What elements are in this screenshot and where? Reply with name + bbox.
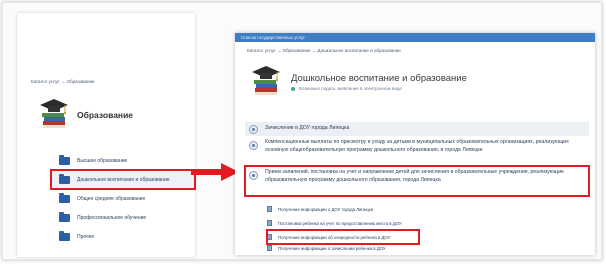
breadcrumb[interactable]: Каталог услуг → Образование → Дошкольное… bbox=[247, 48, 401, 53]
screenshot-frame: Каталог услуг → Образование Образование … bbox=[2, 2, 602, 260]
menu-item-preschool-education[interactable]: Дошкольное воспитание и образование bbox=[50, 169, 196, 190]
graduation-cap-books-icon bbox=[252, 66, 280, 95]
folder-icon bbox=[59, 173, 70, 184]
category-menu: Высшее образование Дошкольное воспитание… bbox=[50, 151, 196, 246]
service-group-icon bbox=[249, 124, 258, 134]
document-icon bbox=[267, 206, 272, 212]
page-subtitle: Возможно подать заявление в электронном … bbox=[291, 86, 402, 91]
menu-item-vocational-training[interactable]: Профессиональное обучение bbox=[51, 208, 195, 227]
service-item-registration[interactable]: Постановка ребенка на учет по предоставл… bbox=[267, 216, 587, 230]
service-item-label: Получение информации об очередности ребе… bbox=[278, 234, 391, 240]
menu-item-label: Прочее bbox=[77, 233, 95, 240]
red-arrow-right-icon bbox=[191, 163, 239, 181]
page-subtitle-text: Возможно подать заявление в электронном … bbox=[299, 86, 402, 91]
service-item-queue-info[interactable]: Получение информации об очередности ребе… bbox=[266, 229, 420, 245]
service-item-label: Получение информации о ДОУ города Липецк… bbox=[278, 206, 373, 212]
service-item-label: Получение информации о зачислении ребенк… bbox=[278, 245, 386, 251]
document-icon bbox=[267, 220, 272, 226]
service-group-compensation[interactable]: Компенсационные выплаты по присмотру и у… bbox=[245, 139, 589, 154]
left-panel-catalog: Каталог услуг → Образование Образование … bbox=[17, 13, 196, 257]
service-group-applications-queue[interactable]: Прием заявлений, постановка на учет и на… bbox=[244, 165, 590, 197]
menu-item-label: Дошкольное воспитание и образование bbox=[77, 176, 170, 183]
right-panel-services: Список государственных услуг Каталог усл… bbox=[235, 33, 595, 255]
menu-item-other[interactable]: Прочее bbox=[51, 227, 195, 246]
menu-item-label: Высшее образование bbox=[77, 157, 128, 164]
breadcrumb[interactable]: Каталог услуг → Образование bbox=[31, 79, 94, 84]
service-group-label: Компенсационные выплаты по присмотру и у… bbox=[265, 139, 569, 153]
service-group-label: Прием заявлений, постановка на учет и на… bbox=[265, 169, 564, 183]
page-title: Дошкольное воспитание и образование bbox=[291, 73, 467, 84]
page-title: Образование bbox=[77, 110, 134, 120]
folder-icon bbox=[59, 192, 70, 203]
service-group-icon bbox=[249, 171, 258, 180]
menu-item-general-secondary[interactable]: Общее среднее образование bbox=[51, 189, 195, 208]
status-dot-icon bbox=[291, 86, 295, 91]
graduation-cap-books-icon bbox=[40, 99, 68, 128]
service-group-icon bbox=[249, 141, 258, 150]
folder-icon bbox=[59, 154, 70, 165]
top-bar[interactable]: Список государственных услуг bbox=[235, 33, 595, 42]
service-list: Получение информации о ДОУ города Липецк… bbox=[266, 202, 587, 252]
folder-icon bbox=[59, 211, 70, 222]
folder-icon bbox=[59, 230, 70, 241]
service-item-label: Постановка ребенка на учет по предоставл… bbox=[278, 220, 402, 226]
menu-item-label: Общее среднее образование bbox=[77, 195, 146, 202]
menu-item-label: Профессиональное обучение bbox=[77, 214, 147, 221]
service-group-label: Зачисление в ДОУ города Липецка bbox=[265, 125, 350, 132]
document-icon bbox=[267, 234, 272, 240]
service-item-enrollment-info[interactable]: Получение информации о зачислении ребенк… bbox=[267, 244, 587, 252]
document-icon bbox=[267, 245, 272, 251]
service-group-enrollment[interactable]: Зачисление в ДОУ города Липецка bbox=[245, 122, 589, 136]
service-item-dou-info[interactable]: Получение информации о ДОУ города Липецк… bbox=[267, 202, 587, 216]
menu-item-higher-education[interactable]: Высшее образование bbox=[51, 151, 195, 170]
